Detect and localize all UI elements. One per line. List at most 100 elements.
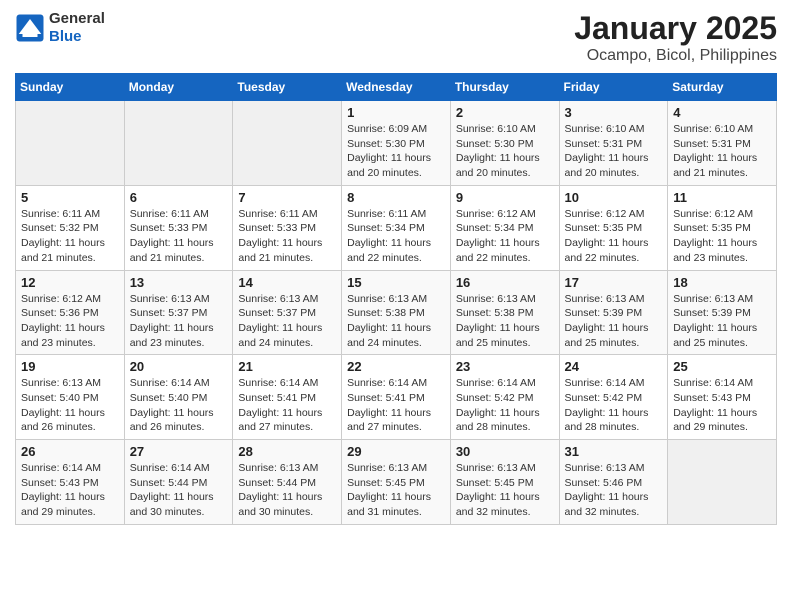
day-info: Sunrise: 6:14 AMSunset: 5:42 PMDaylight:…	[565, 376, 663, 435]
day-number: 9	[456, 190, 554, 205]
day-info: Sunrise: 6:14 AMSunset: 5:41 PMDaylight:…	[347, 376, 445, 435]
calendar-cell: 2 Sunrise: 6:10 AMSunset: 5:30 PMDaylight…	[450, 101, 559, 186]
calendar-title: January 2025	[574, 10, 777, 47]
day-info: Sunrise: 6:10 AMSunset: 5:31 PMDaylight:…	[673, 122, 771, 181]
day-number: 14	[238, 275, 336, 290]
day-info: Sunrise: 6:12 AMSunset: 5:36 PMDaylight:…	[21, 292, 119, 351]
calendar-cell: 26 Sunrise: 6:14 AMSunset: 5:43 PMDayligh…	[16, 440, 125, 525]
day-info: Sunrise: 6:13 AMSunset: 5:38 PMDaylight:…	[456, 292, 554, 351]
day-info: Sunrise: 6:11 AMSunset: 5:32 PMDaylight:…	[21, 207, 119, 266]
day-info: Sunrise: 6:13 AMSunset: 5:40 PMDaylight:…	[21, 376, 119, 435]
calendar-week-row: 1Sunrise: 6:09 AMSunset: 5:30 PMDaylight…	[16, 101, 777, 186]
calendar-cell	[16, 101, 125, 186]
calendar-cell: 9 Sunrise: 6:12 AMSunset: 5:34 PMDaylight…	[450, 185, 559, 270]
title-area: January 2025 Ocampo, Bicol, Philippines	[574, 10, 777, 65]
calendar-cell: 31 Sunrise: 6:13 AMSunset: 5:46 PMDayligh…	[559, 440, 668, 525]
day-number: 21	[238, 359, 336, 374]
day-number: 27	[130, 444, 228, 459]
day-number: 23	[456, 359, 554, 374]
day-info: Sunrise: 6:12 AMSunset: 5:35 PMDaylight:…	[673, 207, 771, 266]
logo-text: General Blue	[49, 10, 105, 46]
calendar-cell: 7 Sunrise: 6:11 AMSunset: 5:33 PMDaylight…	[233, 185, 342, 270]
day-info: Sunrise: 6:12 AMSunset: 5:34 PMDaylight:…	[456, 207, 554, 266]
calendar-cell: 3 Sunrise: 6:10 AMSunset: 5:31 PMDaylight…	[559, 101, 668, 186]
calendar-cell: 4Sunrise: 6:10 AMSunset: 5:31 PMDaylight…	[668, 101, 777, 186]
day-info: Sunrise: 6:13 AMSunset: 5:39 PMDaylight:…	[565, 292, 663, 351]
weekday-header-thursday: Thursday	[450, 74, 559, 101]
day-number: 13	[130, 275, 228, 290]
calendar-cell: 15Sunrise: 6:13 AMSunset: 5:38 PMDayligh…	[342, 270, 451, 355]
day-number: 2	[456, 105, 554, 120]
day-number: 31	[565, 444, 663, 459]
weekday-header-friday: Friday	[559, 74, 668, 101]
day-info: Sunrise: 6:13 AMSunset: 5:37 PMDaylight:…	[238, 292, 336, 351]
day-number: 5	[21, 190, 119, 205]
calendar-cell: 24Sunrise: 6:14 AMSunset: 5:42 PMDayligh…	[559, 355, 668, 440]
calendar-cell	[668, 440, 777, 525]
day-info: Sunrise: 6:13 AMSunset: 5:46 PMDaylight:…	[565, 461, 663, 520]
calendar-cell: 29 Sunrise: 6:13 AMSunset: 5:45 PMDayligh…	[342, 440, 451, 525]
day-number: 22	[347, 359, 445, 374]
day-number: 1	[347, 105, 445, 120]
calendar-cell: 10 Sunrise: 6:12 AMSunset: 5:35 PMDayligh…	[559, 185, 668, 270]
day-info: Sunrise: 6:14 AMSunset: 5:42 PMDaylight:…	[456, 376, 554, 435]
day-number: 10	[565, 190, 663, 205]
calendar-cell	[124, 101, 233, 186]
day-number: 30	[456, 444, 554, 459]
day-info: Sunrise: 6:13 AMSunset: 5:44 PMDaylight:…	[238, 461, 336, 520]
day-number: 3	[565, 105, 663, 120]
calendar-cell: 11Sunrise: 6:12 AMSunset: 5:35 PMDayligh…	[668, 185, 777, 270]
weekday-header-monday: Monday	[124, 74, 233, 101]
day-info: Sunrise: 6:14 AMSunset: 5:43 PMDaylight:…	[673, 376, 771, 435]
day-info: Sunrise: 6:13 AMSunset: 5:38 PMDaylight:…	[347, 292, 445, 351]
calendar-cell	[233, 101, 342, 186]
logo: General Blue	[15, 10, 105, 46]
calendar-cell: 30Sunrise: 6:13 AMSunset: 5:45 PMDayligh…	[450, 440, 559, 525]
page-header: General Blue January 2025 Ocampo, Bicol,…	[15, 10, 777, 65]
day-info: Sunrise: 6:10 AMSunset: 5:30 PMDaylight:…	[456, 122, 554, 181]
calendar-cell: 21 Sunrise: 6:14 AMSunset: 5:41 PMDayligh…	[233, 355, 342, 440]
calendar-cell: 25Sunrise: 6:14 AMSunset: 5:43 PMDayligh…	[668, 355, 777, 440]
day-number: 7	[238, 190, 336, 205]
logo-icon	[15, 13, 45, 43]
weekday-header-row: SundayMondayTuesdayWednesdayThursdayFrid…	[16, 74, 777, 101]
calendar-cell: 5 Sunrise: 6:11 AMSunset: 5:32 PMDaylight…	[16, 185, 125, 270]
calendar-cell: 16 Sunrise: 6:13 AMSunset: 5:38 PMDayligh…	[450, 270, 559, 355]
day-info: Sunrise: 6:14 AMSunset: 5:44 PMDaylight:…	[130, 461, 228, 520]
day-info: Sunrise: 6:14 AMSunset: 5:41 PMDaylight:…	[238, 376, 336, 435]
calendar-cell: 27 Sunrise: 6:14 AMSunset: 5:44 PMDayligh…	[124, 440, 233, 525]
calendar-cell: 12 Sunrise: 6:12 AMSunset: 5:36 PMDayligh…	[16, 270, 125, 355]
calendar-cell: 19Sunrise: 6:13 AMSunset: 5:40 PMDayligh…	[16, 355, 125, 440]
day-number: 28	[238, 444, 336, 459]
day-info: Sunrise: 6:13 AMSunset: 5:37 PMDaylight:…	[130, 292, 228, 351]
calendar-week-row: 12 Sunrise: 6:12 AMSunset: 5:36 PMDayligh…	[16, 270, 777, 355]
calendar-cell: 23 Sunrise: 6:14 AMSunset: 5:42 PMDayligh…	[450, 355, 559, 440]
logo-blue: Blue	[49, 28, 82, 45]
weekday-header-wednesday: Wednesday	[342, 74, 451, 101]
day-number: 12	[21, 275, 119, 290]
day-number: 6	[130, 190, 228, 205]
calendar-cell: 13 Sunrise: 6:13 AMSunset: 5:37 PMDayligh…	[124, 270, 233, 355]
day-number: 18	[673, 275, 771, 290]
day-info: Sunrise: 6:10 AMSunset: 5:31 PMDaylight:…	[565, 122, 663, 181]
day-number: 16	[456, 275, 554, 290]
day-info: Sunrise: 6:11 AMSunset: 5:33 PMDaylight:…	[130, 207, 228, 266]
calendar-cell: 14 Sunrise: 6:13 AMSunset: 5:37 PMDayligh…	[233, 270, 342, 355]
calendar-cell: 8Sunrise: 6:11 AMSunset: 5:34 PMDaylight…	[342, 185, 451, 270]
day-number: 17	[565, 275, 663, 290]
day-info: Sunrise: 6:14 AMSunset: 5:43 PMDaylight:…	[21, 461, 119, 520]
day-info: Sunrise: 6:13 AMSunset: 5:39 PMDaylight:…	[673, 292, 771, 351]
day-info: Sunrise: 6:11 AMSunset: 5:33 PMDaylight:…	[238, 207, 336, 266]
day-info: Sunrise: 6:12 AMSunset: 5:35 PMDaylight:…	[565, 207, 663, 266]
calendar-cell: 18 Sunrise: 6:13 AMSunset: 5:39 PMDayligh…	[668, 270, 777, 355]
weekday-header-tuesday: Tuesday	[233, 74, 342, 101]
calendar-week-row: 19Sunrise: 6:13 AMSunset: 5:40 PMDayligh…	[16, 355, 777, 440]
calendar-cell: 20Sunrise: 6:14 AMSunset: 5:40 PMDayligh…	[124, 355, 233, 440]
day-info: Sunrise: 6:13 AMSunset: 5:45 PMDaylight:…	[347, 461, 445, 520]
calendar-week-row: 26 Sunrise: 6:14 AMSunset: 5:43 PMDayligh…	[16, 440, 777, 525]
calendar-cell: 17 Sunrise: 6:13 AMSunset: 5:39 PMDayligh…	[559, 270, 668, 355]
calendar-subtitle: Ocampo, Bicol, Philippines	[574, 47, 777, 65]
day-number: 29	[347, 444, 445, 459]
day-number: 26	[21, 444, 119, 459]
day-number: 20	[130, 359, 228, 374]
